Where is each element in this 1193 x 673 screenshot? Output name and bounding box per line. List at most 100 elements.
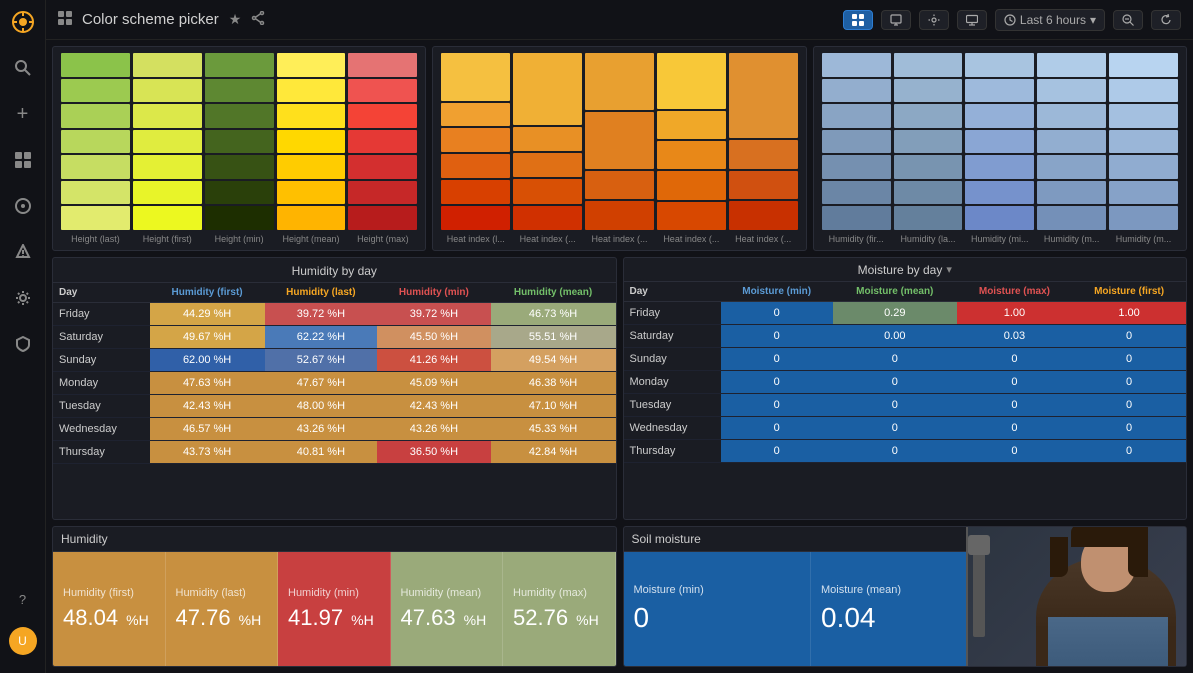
first-cell: 62.00 %H	[150, 348, 265, 371]
day-cell: Thursday	[624, 439, 721, 462]
first-cell: 47.63 %H	[150, 371, 265, 394]
page-title: Color scheme picker	[82, 11, 219, 28]
humidity-table-row: Wednesday 46.57 %H 43.26 %H 43.26 %H 45.…	[53, 417, 616, 440]
day-cell: Saturday	[624, 324, 721, 347]
sidebar-add[interactable]: +	[9, 100, 37, 128]
hum-label-0: Humidity (fir...	[822, 234, 891, 244]
sidebar-dashboards[interactable]	[9, 146, 37, 174]
first-cell: 49.67 %H	[150, 325, 265, 348]
hum-label-2: Humidity (mi...	[965, 234, 1034, 244]
tv-btn[interactable]	[881, 10, 911, 30]
moisture-table-row: Thursday 0 0 0 0	[624, 439, 1187, 462]
th-day: Day	[53, 283, 150, 303]
humidity-table-row: Thursday 43.73 %H 40.81 %H 36.50 %H 42.8…	[53, 440, 616, 463]
last-cell: 39.72 %H	[265, 302, 378, 325]
first-cell: 0	[1072, 347, 1186, 370]
heatmap-col-4	[277, 53, 346, 230]
video-overlay	[966, 527, 1186, 667]
max-cell: 0	[957, 393, 1072, 416]
time-range-btn[interactable]: Last 6 hours ▾	[995, 9, 1105, 31]
moisture-table-row: Friday 0 0.29 1.00 1.00	[624, 301, 1187, 324]
last-cell: 48.00 %H	[265, 394, 378, 417]
day-cell: Thursday	[53, 440, 150, 463]
mean-cell: 0	[833, 347, 957, 370]
share-icon[interactable]	[251, 11, 265, 28]
max-cell: 0	[957, 439, 1072, 462]
day-cell: Monday	[624, 370, 721, 393]
day-cell: Tuesday	[53, 394, 150, 417]
min-cell: 42.43 %H	[377, 394, 490, 417]
last-cell: 40.81 %H	[265, 440, 378, 463]
sidebar-alerting[interactable]	[9, 238, 37, 266]
stat-label: Humidity (max)	[513, 587, 605, 599]
moisture-table-row: Saturday 0 0.00 0.03 0	[624, 324, 1187, 347]
humidity-tile-3: Humidity (mean) 47.63 %H	[391, 552, 504, 666]
min-cell: 36.50 %H	[377, 440, 490, 463]
refresh-btn[interactable]	[1151, 10, 1181, 30]
day-cell: Friday	[624, 301, 721, 324]
last-cell: 62.22 %H	[265, 325, 378, 348]
first-cell: 0	[1072, 393, 1186, 416]
max-cell: 1.00	[957, 301, 1072, 324]
max-cell: 0.03	[957, 324, 1072, 347]
heat-col-1	[441, 53, 510, 230]
max-cell: 0	[957, 370, 1072, 393]
mean-cell: 45.33 %H	[491, 417, 616, 440]
moisture-stat-value: 0	[634, 602, 801, 634]
zoom-btn[interactable]	[1113, 10, 1143, 30]
hum-col-2	[894, 53, 963, 230]
th-humidity-first: Humidity (first)	[150, 283, 265, 303]
monitor-btn[interactable]	[957, 10, 987, 30]
sidebar-help[interactable]: ?	[9, 585, 37, 613]
stat-value: 47.76 %H	[176, 605, 268, 631]
panel-humidity-stats: Humidity Humidity (first) 48.04 %H Humid…	[52, 526, 617, 667]
settings-btn[interactable]	[919, 10, 949, 30]
video-person	[968, 527, 1186, 667]
mean-cell: 0	[833, 439, 957, 462]
last-cell: 43.26 %H	[265, 417, 378, 440]
middle-row: Humidity by day Day Humidity (first) Hum…	[52, 257, 1187, 520]
add-panel-btn[interactable]	[843, 10, 873, 30]
sidebar-shield[interactable]	[9, 330, 37, 358]
th-moisture-first: Moisture (first)	[1072, 282, 1186, 302]
humidity-table-row: Sunday 62.00 %H 52.67 %H 41.26 %H 49.54 …	[53, 348, 616, 371]
humidity-table-row: Tuesday 42.43 %H 48.00 %H 42.43 %H 47.10…	[53, 394, 616, 417]
stat-value: 41.97 %H	[288, 605, 380, 631]
first-cell: 44.29 %H	[150, 302, 265, 325]
humidity-tiles: Humidity (first) 48.04 %H Humidity (last…	[53, 552, 616, 666]
humidity-table-row: Saturday 49.67 %H 62.22 %H 45.50 %H 55.5…	[53, 325, 616, 348]
favorite-icon[interactable]: ★	[229, 11, 242, 28]
stat-label: Humidity (last)	[176, 587, 268, 599]
heat-label-0: Heat index (l...	[441, 234, 510, 244]
stat-value: 48.04 %H	[63, 605, 155, 631]
sidebar-settings[interactable]	[9, 284, 37, 312]
moisture-stat-value: 0.04	[821, 602, 988, 634]
sidebar-search[interactable]	[9, 54, 37, 82]
user-avatar[interactable]: U	[9, 627, 37, 655]
moisture-dropdown[interactable]: ▾	[946, 263, 952, 276]
header: Color scheme picker ★	[46, 0, 1193, 40]
day-cell: Monday	[53, 371, 150, 394]
first-cell: 0	[1072, 439, 1186, 462]
heatmap-col-2	[133, 53, 202, 230]
first-cell: 46.57 %H	[150, 417, 265, 440]
moisture-stat-label: Moisture (min)	[634, 584, 801, 596]
panel-humidity-heatmap: Humidity (fir... Humidity (la... Humidit…	[813, 46, 1187, 251]
humidity-table-row: Monday 47.63 %H 47.67 %H 45.09 %H 46.38 …	[53, 371, 616, 394]
sidebar-explore[interactable]	[9, 192, 37, 220]
min-cell: 0	[721, 439, 833, 462]
day-cell: Sunday	[53, 348, 150, 371]
first-cell: 43.73 %H	[150, 440, 265, 463]
min-cell: 45.09 %H	[377, 371, 490, 394]
sidebar-logo[interactable]	[9, 8, 37, 36]
min-cell: 0	[721, 370, 833, 393]
heat-label-1: Heat index (...	[513, 234, 582, 244]
th-humidity-min: Humidity (min)	[377, 283, 490, 303]
mean-cell: 0	[833, 416, 957, 439]
max-cell: 0	[957, 347, 1072, 370]
last-cell: 47.67 %H	[265, 371, 378, 394]
th-humidity-last: Humidity (last)	[265, 283, 378, 303]
mean-cell: 46.73 %H	[491, 302, 616, 325]
min-cell: 0	[721, 347, 833, 370]
stat-value: 47.63 %H	[401, 605, 493, 631]
